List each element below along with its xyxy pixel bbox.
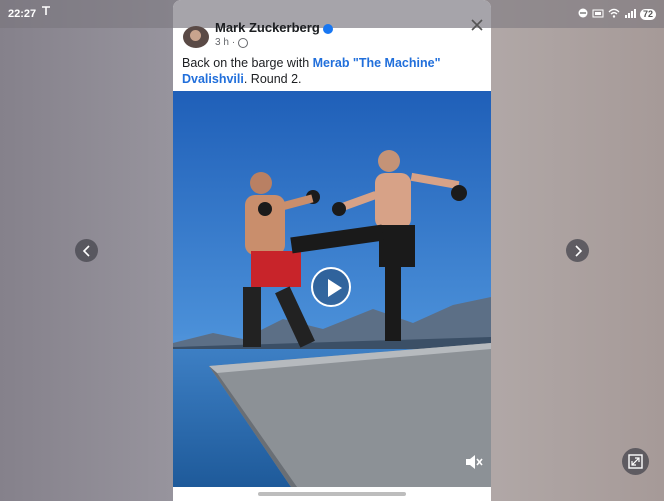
- wifi-icon: [608, 8, 620, 21]
- post-timestamp: 3 h: [215, 37, 229, 48]
- signal-icon: [624, 8, 636, 21]
- author-name[interactable]: Mark Zuckerberg: [215, 20, 333, 35]
- author-name-text: Mark Zuckerberg: [215, 20, 320, 35]
- status-time: 22:27: [8, 8, 37, 20]
- chevron-left-icon: [82, 244, 90, 257]
- home-indicator[interactable]: [258, 492, 406, 496]
- fullscreen-icon: [628, 454, 643, 469]
- author-avatar[interactable]: [183, 26, 209, 48]
- previous-button[interactable]: [75, 239, 98, 262]
- chevron-right-icon: [574, 244, 582, 257]
- caption-prefix: Back on the barge with: [182, 56, 313, 70]
- post-card: Mark Zuckerberg 3 h · Back on the barge …: [173, 0, 491, 501]
- post-meta: 3 h ·: [215, 37, 249, 48]
- play-button[interactable]: [311, 267, 351, 307]
- status-icons: 72: [578, 8, 656, 21]
- caption-suffix: . Round 2.: [243, 72, 302, 86]
- mute-icon: [466, 455, 483, 469]
- fullscreen-button[interactable]: [622, 448, 649, 475]
- verified-badge-icon: [322, 23, 333, 34]
- next-button[interactable]: [566, 239, 589, 262]
- battery-indicator: 72: [639, 9, 656, 20]
- post-caption: Back on the barge with Merab "The Machin…: [182, 55, 482, 87]
- dnd-icon: [578, 8, 588, 21]
- globe-icon: [238, 37, 249, 48]
- network-icon: [41, 6, 51, 19]
- close-icon: [471, 19, 483, 31]
- video-player[interactable]: [173, 91, 491, 487]
- close-button[interactable]: [471, 18, 483, 36]
- sim-icon: [592, 8, 604, 21]
- mute-button[interactable]: [465, 454, 483, 470]
